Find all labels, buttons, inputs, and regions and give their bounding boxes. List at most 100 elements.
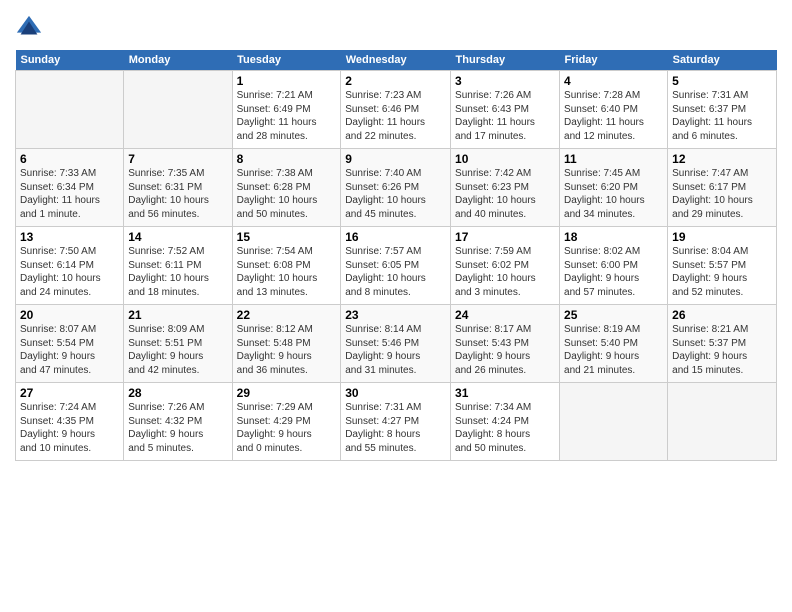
- day-cell: 14Sunrise: 7:52 AM Sunset: 6:11 PM Dayli…: [124, 227, 232, 305]
- day-cell: 28Sunrise: 7:26 AM Sunset: 4:32 PM Dayli…: [124, 383, 232, 461]
- day-detail: Sunrise: 7:21 AM Sunset: 6:49 PM Dayligh…: [237, 89, 337, 143]
- day-detail: Sunrise: 7:59 AM Sunset: 6:02 PM Dayligh…: [455, 245, 555, 299]
- day-detail: Sunrise: 7:29 AM Sunset: 4:29 PM Dayligh…: [237, 401, 337, 455]
- day-detail: Sunrise: 8:17 AM Sunset: 5:43 PM Dayligh…: [455, 323, 555, 377]
- day-detail: Sunrise: 7:23 AM Sunset: 6:46 PM Dayligh…: [345, 89, 446, 143]
- day-number: 15: [237, 230, 337, 244]
- day-number: 19: [672, 230, 772, 244]
- day-cell: 23Sunrise: 8:14 AM Sunset: 5:46 PM Dayli…: [341, 305, 451, 383]
- week-row-1: 6Sunrise: 7:33 AM Sunset: 6:34 PM Daylig…: [16, 149, 777, 227]
- header-row: SundayMondayTuesdayWednesdayThursdayFrid…: [16, 50, 777, 71]
- day-cell: 10Sunrise: 7:42 AM Sunset: 6:23 PM Dayli…: [451, 149, 560, 227]
- day-detail: Sunrise: 8:12 AM Sunset: 5:48 PM Dayligh…: [237, 323, 337, 377]
- calendar: SundayMondayTuesdayWednesdayThursdayFrid…: [15, 50, 777, 461]
- day-cell: 25Sunrise: 8:19 AM Sunset: 5:40 PM Dayli…: [560, 305, 668, 383]
- day-detail: Sunrise: 7:50 AM Sunset: 6:14 PM Dayligh…: [20, 245, 119, 299]
- day-detail: Sunrise: 7:47 AM Sunset: 6:17 PM Dayligh…: [672, 167, 772, 221]
- day-number: 1: [237, 74, 337, 88]
- logo-icon: [15, 14, 43, 42]
- logo: [15, 14, 47, 42]
- day-detail: Sunrise: 8:14 AM Sunset: 5:46 PM Dayligh…: [345, 323, 446, 377]
- day-number: 9: [345, 152, 446, 166]
- day-cell: 27Sunrise: 7:24 AM Sunset: 4:35 PM Dayli…: [16, 383, 124, 461]
- day-cell: 29Sunrise: 7:29 AM Sunset: 4:29 PM Dayli…: [232, 383, 341, 461]
- day-number: 12: [672, 152, 772, 166]
- day-cell: 17Sunrise: 7:59 AM Sunset: 6:02 PM Dayli…: [451, 227, 560, 305]
- day-cell: 9Sunrise: 7:40 AM Sunset: 6:26 PM Daylig…: [341, 149, 451, 227]
- day-number: 20: [20, 308, 119, 322]
- day-cell: 3Sunrise: 7:26 AM Sunset: 6:43 PM Daylig…: [451, 71, 560, 149]
- week-row-0: 1Sunrise: 7:21 AM Sunset: 6:49 PM Daylig…: [16, 71, 777, 149]
- day-detail: Sunrise: 8:19 AM Sunset: 5:40 PM Dayligh…: [564, 323, 663, 377]
- day-number: 30: [345, 386, 446, 400]
- day-number: 24: [455, 308, 555, 322]
- col-header-sunday: Sunday: [16, 50, 124, 71]
- week-row-2: 13Sunrise: 7:50 AM Sunset: 6:14 PM Dayli…: [16, 227, 777, 305]
- day-number: 29: [237, 386, 337, 400]
- col-header-tuesday: Tuesday: [232, 50, 341, 71]
- col-header-wednesday: Wednesday: [341, 50, 451, 71]
- day-cell: 22Sunrise: 8:12 AM Sunset: 5:48 PM Dayli…: [232, 305, 341, 383]
- day-cell: [124, 71, 232, 149]
- week-row-4: 27Sunrise: 7:24 AM Sunset: 4:35 PM Dayli…: [16, 383, 777, 461]
- day-cell: [560, 383, 668, 461]
- day-number: 21: [128, 308, 227, 322]
- day-detail: Sunrise: 7:31 AM Sunset: 6:37 PM Dayligh…: [672, 89, 772, 143]
- day-detail: Sunrise: 7:40 AM Sunset: 6:26 PM Dayligh…: [345, 167, 446, 221]
- day-number: 2: [345, 74, 446, 88]
- day-number: 22: [237, 308, 337, 322]
- day-number: 18: [564, 230, 663, 244]
- day-number: 31: [455, 386, 555, 400]
- day-cell: 7Sunrise: 7:35 AM Sunset: 6:31 PM Daylig…: [124, 149, 232, 227]
- day-cell: 26Sunrise: 8:21 AM Sunset: 5:37 PM Dayli…: [668, 305, 777, 383]
- day-detail: Sunrise: 7:31 AM Sunset: 4:27 PM Dayligh…: [345, 401, 446, 455]
- day-cell: 1Sunrise: 7:21 AM Sunset: 6:49 PM Daylig…: [232, 71, 341, 149]
- day-number: 13: [20, 230, 119, 244]
- day-detail: Sunrise: 7:35 AM Sunset: 6:31 PM Dayligh…: [128, 167, 227, 221]
- week-row-3: 20Sunrise: 8:07 AM Sunset: 5:54 PM Dayli…: [16, 305, 777, 383]
- day-number: 17: [455, 230, 555, 244]
- day-number: 26: [672, 308, 772, 322]
- day-detail: Sunrise: 8:09 AM Sunset: 5:51 PM Dayligh…: [128, 323, 227, 377]
- day-cell: 6Sunrise: 7:33 AM Sunset: 6:34 PM Daylig…: [16, 149, 124, 227]
- day-cell: 8Sunrise: 7:38 AM Sunset: 6:28 PM Daylig…: [232, 149, 341, 227]
- day-number: 3: [455, 74, 555, 88]
- day-cell: 13Sunrise: 7:50 AM Sunset: 6:14 PM Dayli…: [16, 227, 124, 305]
- day-detail: Sunrise: 7:54 AM Sunset: 6:08 PM Dayligh…: [237, 245, 337, 299]
- day-detail: Sunrise: 7:24 AM Sunset: 4:35 PM Dayligh…: [20, 401, 119, 455]
- day-detail: Sunrise: 7:38 AM Sunset: 6:28 PM Dayligh…: [237, 167, 337, 221]
- header: [15, 10, 777, 42]
- day-detail: Sunrise: 7:45 AM Sunset: 6:20 PM Dayligh…: [564, 167, 663, 221]
- day-number: 28: [128, 386, 227, 400]
- day-detail: Sunrise: 7:26 AM Sunset: 4:32 PM Dayligh…: [128, 401, 227, 455]
- day-number: 14: [128, 230, 227, 244]
- day-cell: 2Sunrise: 7:23 AM Sunset: 6:46 PM Daylig…: [341, 71, 451, 149]
- day-detail: Sunrise: 8:02 AM Sunset: 6:00 PM Dayligh…: [564, 245, 663, 299]
- col-header-monday: Monday: [124, 50, 232, 71]
- day-cell: 31Sunrise: 7:34 AM Sunset: 4:24 PM Dayli…: [451, 383, 560, 461]
- day-number: 27: [20, 386, 119, 400]
- day-cell: 18Sunrise: 8:02 AM Sunset: 6:00 PM Dayli…: [560, 227, 668, 305]
- col-header-saturday: Saturday: [668, 50, 777, 71]
- day-number: 5: [672, 74, 772, 88]
- day-cell: 5Sunrise: 7:31 AM Sunset: 6:37 PM Daylig…: [668, 71, 777, 149]
- day-number: 11: [564, 152, 663, 166]
- day-number: 23: [345, 308, 446, 322]
- day-detail: Sunrise: 7:26 AM Sunset: 6:43 PM Dayligh…: [455, 89, 555, 143]
- day-detail: Sunrise: 7:28 AM Sunset: 6:40 PM Dayligh…: [564, 89, 663, 143]
- day-detail: Sunrise: 7:34 AM Sunset: 4:24 PM Dayligh…: [455, 401, 555, 455]
- day-cell: 21Sunrise: 8:09 AM Sunset: 5:51 PM Dayli…: [124, 305, 232, 383]
- page: SundayMondayTuesdayWednesdayThursdayFrid…: [0, 0, 792, 471]
- day-cell: 15Sunrise: 7:54 AM Sunset: 6:08 PM Dayli…: [232, 227, 341, 305]
- day-number: 6: [20, 152, 119, 166]
- col-header-friday: Friday: [560, 50, 668, 71]
- day-detail: Sunrise: 8:04 AM Sunset: 5:57 PM Dayligh…: [672, 245, 772, 299]
- day-detail: Sunrise: 7:52 AM Sunset: 6:11 PM Dayligh…: [128, 245, 227, 299]
- day-number: 8: [237, 152, 337, 166]
- day-cell: [668, 383, 777, 461]
- day-cell: 11Sunrise: 7:45 AM Sunset: 6:20 PM Dayli…: [560, 149, 668, 227]
- day-number: 7: [128, 152, 227, 166]
- day-cell: [16, 71, 124, 149]
- day-number: 25: [564, 308, 663, 322]
- day-detail: Sunrise: 7:42 AM Sunset: 6:23 PM Dayligh…: [455, 167, 555, 221]
